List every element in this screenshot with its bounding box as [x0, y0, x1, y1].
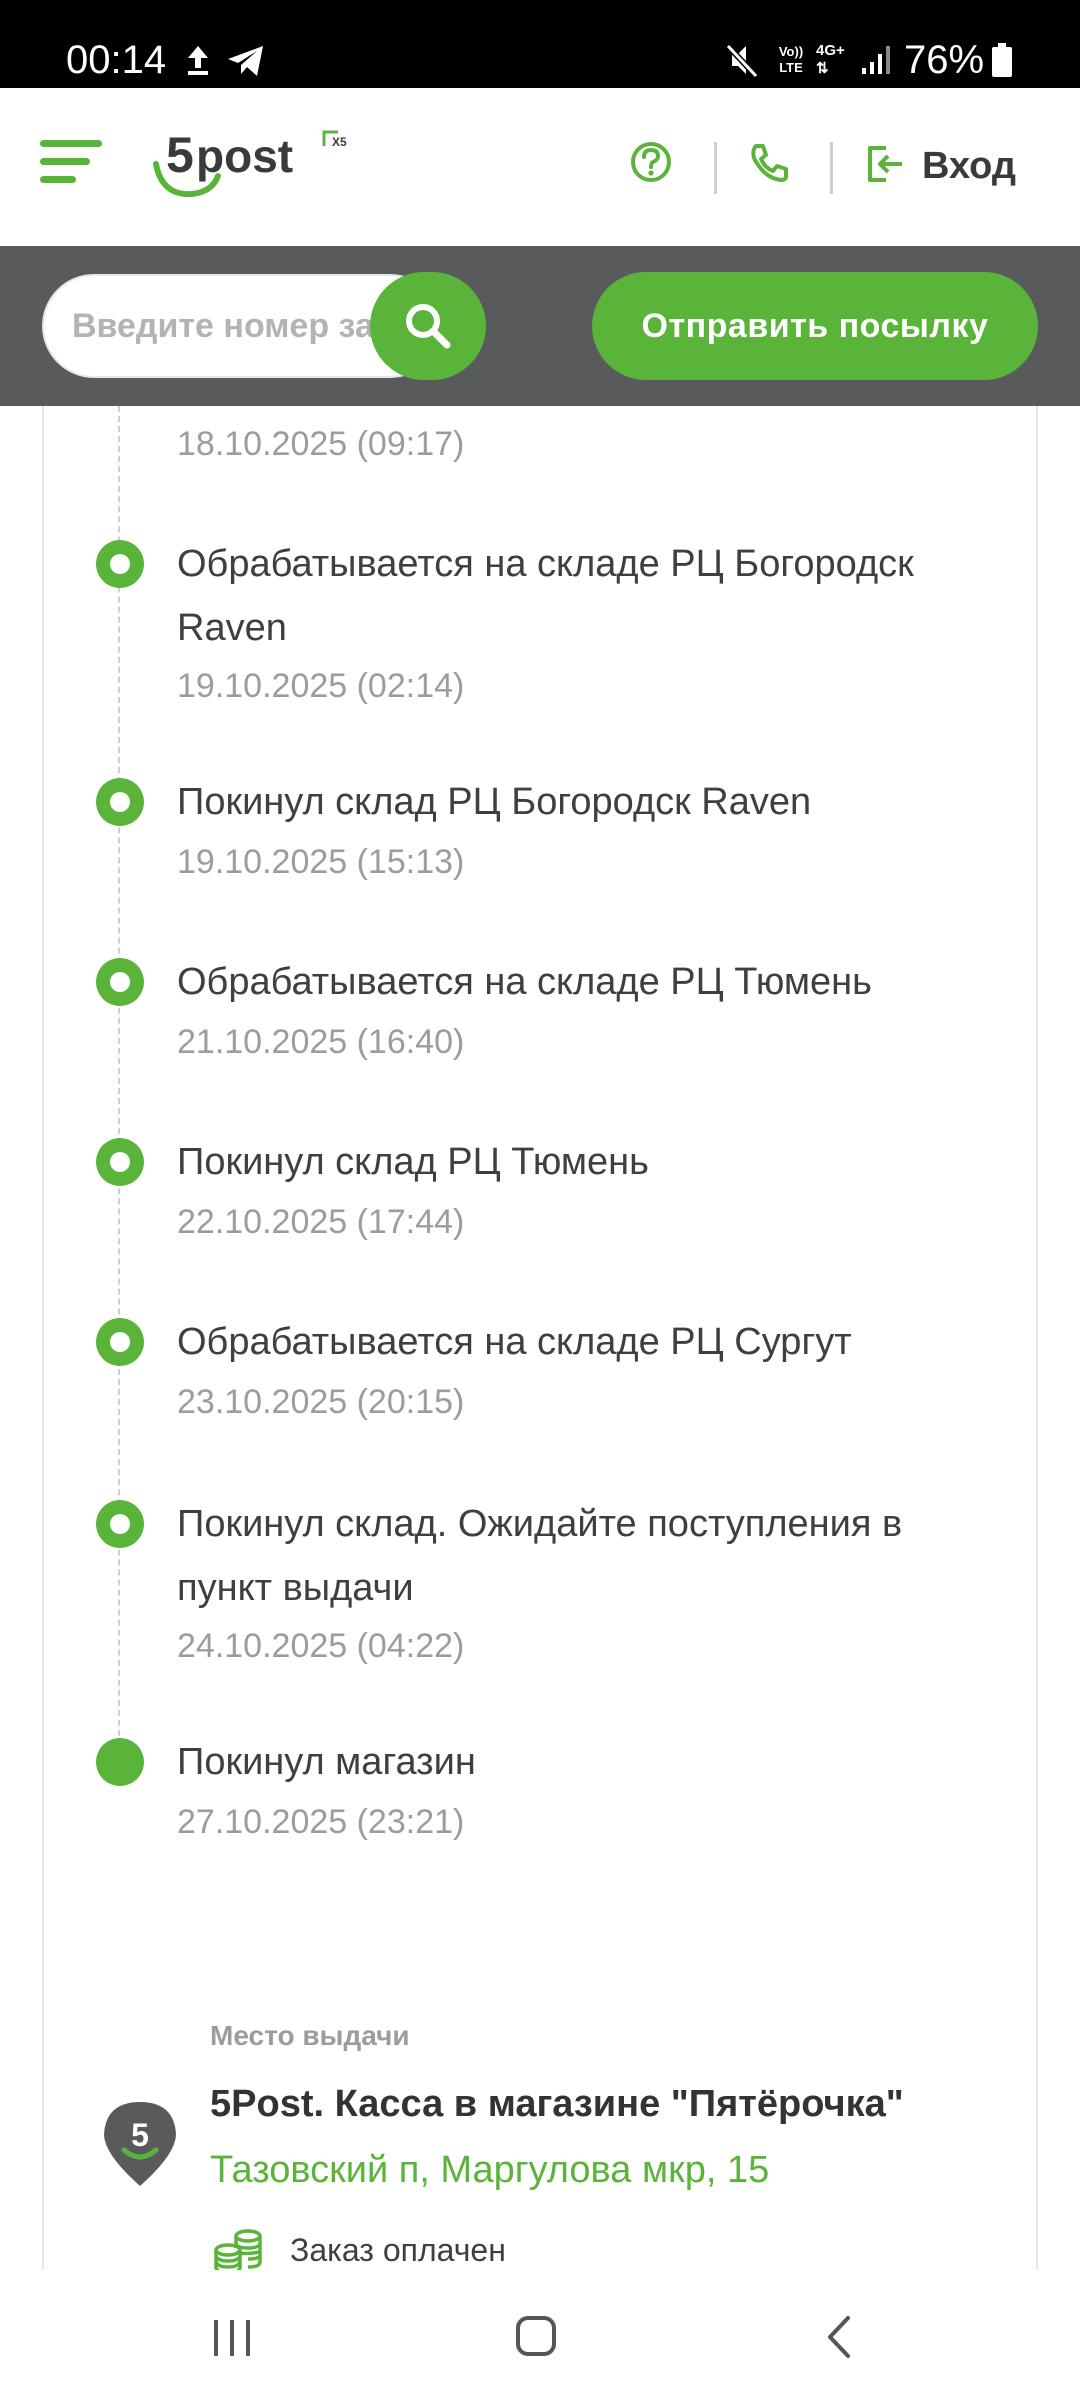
event-date: 19.10.2025 (15:13)	[177, 843, 465, 881]
svg-text:X5: X5	[332, 135, 347, 149]
svg-text:5: 5	[131, 2117, 149, 2153]
login-icon[interactable]	[866, 144, 906, 184]
event-title: Обрабатывается на складе РЦ Сургут	[177, 1321, 852, 1363]
timeline-dot	[96, 1738, 144, 1786]
event-date: 27.10.2025 (23:21)	[177, 1803, 465, 1841]
data-arrows: ⇅	[816, 60, 829, 77]
pickup-point-name: 5Post. Касса в магазине "Пятёрочка"	[210, 2083, 904, 2125]
battery-icon	[992, 43, 1012, 77]
event-title: Обрабатывается на складе РЦ Тюмень	[177, 961, 872, 1003]
network-label: 4G+	[816, 42, 845, 59]
event-date: 22.10.2025 (17:44)	[177, 1203, 465, 1241]
search-bar: Отправить посылку	[0, 246, 1080, 406]
telegram-icon	[228, 46, 263, 76]
svg-text:5: 5	[166, 127, 194, 183]
help-icon[interactable]	[629, 140, 673, 184]
menu-icon[interactable]	[40, 138, 104, 188]
site-header: 5 post X5 Вход	[0, 88, 1080, 246]
timeline-dot	[96, 1500, 144, 1548]
payment-status: Заказ оплачен	[290, 2232, 506, 2268]
header-divider	[830, 142, 833, 194]
4g-icon: 4G+ ⇅	[816, 42, 845, 78]
event-title: Покинул склад РЦ Тюмень	[177, 1141, 649, 1183]
event-title: Обрабатывается на складе РЦ Богородск Ra…	[177, 543, 914, 649]
event-title: Покинул магазин	[177, 1741, 476, 1783]
pickup-label: Место выдачи	[210, 2020, 410, 2051]
search-icon	[406, 304, 451, 349]
event-title: Покинул склад РЦ Богородск Raven	[177, 781, 812, 823]
timeline-dot	[96, 540, 144, 588]
status-bar: 00:14 Vo)) LTE 4G+ ⇅ 76%	[0, 0, 1080, 88]
send-parcel-button[interactable]: Отправить посылку	[592, 272, 1038, 380]
back-icon[interactable]	[820, 2314, 860, 2360]
phone-icon[interactable]	[748, 142, 790, 184]
timeline-dot	[96, 958, 144, 1006]
pickup-pin-icon: 5	[104, 2102, 176, 2186]
event-date: 23.10.2025 (20:15)	[177, 1383, 465, 1421]
home-icon[interactable]	[514, 2314, 558, 2360]
clock: 00:14	[66, 38, 167, 82]
login-link[interactable]: Вход	[922, 142, 1016, 190]
svg-text:post: post	[196, 130, 293, 182]
event-title: Покинул склад. Ожидайте поступления в пу…	[177, 1503, 903, 1609]
battery-percent: 76%	[904, 38, 985, 82]
upload-icon	[188, 46, 208, 75]
header-divider	[714, 142, 717, 194]
event-date: 18.10.2025 (09:17)	[177, 425, 465, 463]
event-date: 24.10.2025 (04:22)	[177, 1627, 465, 1665]
event-date: 19.10.2025 (02:14)	[177, 667, 465, 705]
volte-icon: Vo)) LTE	[778, 44, 804, 75]
logo[interactable]: 5 post X5	[152, 118, 362, 198]
mute-icon	[726, 43, 759, 78]
coins-icon	[214, 2229, 262, 2275]
timeline-dot	[96, 1318, 144, 1366]
recent-apps-icon[interactable]	[210, 2316, 254, 2360]
timeline-dot	[96, 778, 144, 826]
event-date: 21.10.2025 (16:40)	[177, 1023, 465, 1061]
timeline-dot	[96, 1138, 144, 1186]
pickup-address-link[interactable]: Тазовский п, Маргулова мкр, 15	[210, 2144, 769, 2196]
system-nav-bar	[0, 2270, 1080, 2400]
timeline-line	[118, 406, 120, 1766]
search-button[interactable]	[370, 272, 486, 380]
signal-icon	[862, 46, 890, 74]
